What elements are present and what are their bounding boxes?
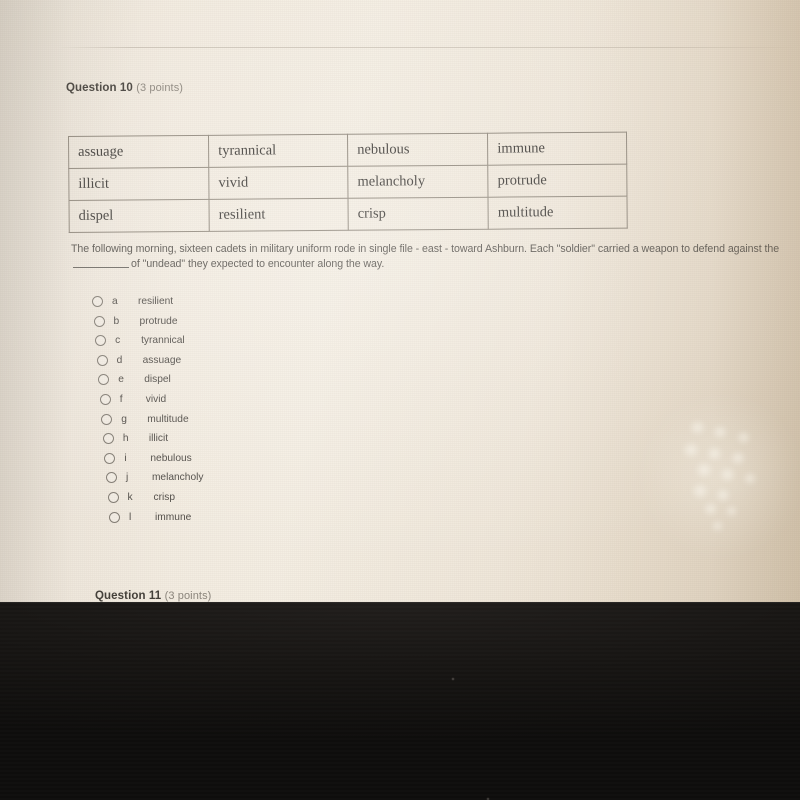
answer-option-f[interactable]: f vivid [99,394,167,405]
option-word: crisp [153,492,176,503]
answer-option-g[interactable]: g multitude [101,413,189,425]
radio-button-e[interactable] [98,374,110,386]
option-letter: j [125,472,129,484]
radio-button-g[interactable] [101,413,113,425]
question-stem-part2: of "undead" they expected to encounter a… [131,258,385,270]
radio-button-k[interactable] [107,492,119,503]
question-stem-part1: The following morning, sixteen cadets in… [71,243,780,255]
word-cell: vivid [208,166,349,200]
option-letter: i [124,452,127,464]
word-cell: nebulous [347,133,488,167]
option-letter: b [113,315,120,327]
answer-option-b[interactable]: b protrude [93,315,178,327]
table-row: assuage tyrannical nebulous immune [68,132,627,169]
question-10-heading: Question 10 (3 points) [66,82,183,94]
answer-option-l[interactable]: l immune [109,511,192,523]
option-letter: k [127,492,133,503]
question-11-points: (3 points) [164,590,212,602]
radio-button-i[interactable] [104,452,116,464]
radio-button-b[interactable] [93,315,105,327]
option-letter: d [116,354,123,366]
option-word: immune [155,511,192,523]
word-cell: resilient [209,198,349,232]
answer-option-d[interactable]: d assuage [96,354,182,366]
table-row: dispel resilient crisp multitude [69,196,628,233]
question-10-points: (3 points) [136,82,184,94]
option-letter: e [118,374,124,386]
answer-option-e[interactable]: e dispel [98,374,171,386]
answer-option-k[interactable]: k crisp [107,492,176,503]
word-cell: immune [487,132,627,166]
answer-option-i[interactable]: i nebulous [104,452,192,464]
option-word: nebulous [150,452,192,464]
question-stem: The following morning, sixteen cadets in… [71,242,800,272]
radio-button-d[interactable] [96,354,108,366]
radio-button-c[interactable] [95,335,107,347]
radio-button-h[interactable] [102,433,114,445]
question-11-label: Question 11 [95,590,162,602]
option-letter: g [121,413,127,425]
option-word: melancholy [151,472,204,484]
word-cell: dispel [69,199,210,233]
option-word: vivid [145,394,167,405]
question-10-label: Question 10 [66,82,133,94]
table-row: illicit vivid melancholy protrude [68,164,627,201]
word-cell: assuage [68,135,209,169]
word-cell: multitude [488,196,628,230]
option-word: tyrannical [141,335,185,347]
word-bank-body: assuage tyrannical nebulous immune illic… [68,132,628,233]
bezel-speck [452,678,454,680]
word-cell: melancholy [347,165,489,199]
answer-option-c[interactable]: c tyrannical [95,335,185,347]
option-word: illicit [148,433,169,445]
option-word: resilient [138,296,174,307]
radio-button-l[interactable] [109,511,121,523]
screenshot-root: Question 10 (3 points) assuage tyrannica… [0,0,800,800]
word-cell: protrude [487,164,627,198]
fill-in-blank [73,267,129,268]
option-word: multitude [147,413,189,425]
quiz-page: Question 10 (3 points) assuage tyrannica… [0,0,800,604]
answer-option-a[interactable]: a resilient [92,296,173,307]
option-letter: f [119,394,123,405]
word-cell: tyrannical [208,134,348,168]
screen-bezel [0,602,800,800]
option-word: assuage [142,354,182,366]
option-word: protrude [139,315,178,327]
answer-option-j[interactable]: j melancholy [105,472,204,484]
radio-button-a[interactable] [92,296,103,307]
option-word: dispel [144,374,171,386]
answer-option-h[interactable]: h illicit [102,433,169,445]
word-bank-table: assuage tyrannical nebulous immune illic… [68,132,628,233]
radio-button-j[interactable] [105,472,117,484]
option-letter: a [112,296,118,307]
option-letter: l [129,511,132,523]
radio-button-f[interactable] [99,394,111,405]
word-cell: crisp [348,197,489,231]
option-letter: h [122,433,129,445]
question-11-heading: Question 11 (3 points) [95,590,211,602]
option-letter: c [115,335,121,347]
word-cell: illicit [68,167,210,201]
